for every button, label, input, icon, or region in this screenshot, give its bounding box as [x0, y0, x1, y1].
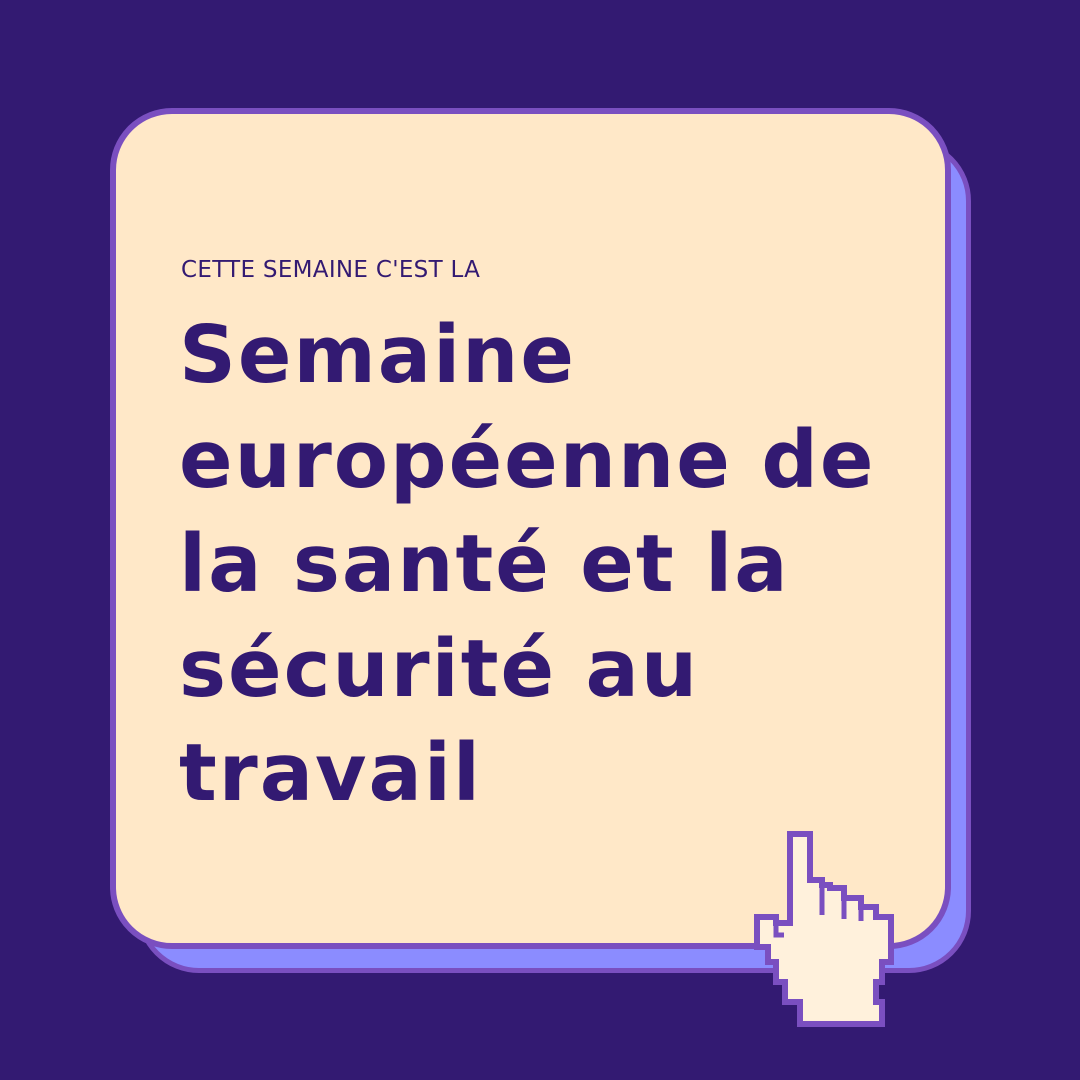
headline: Semaine européenne de la santé et la séc…	[179, 303, 899, 826]
pointing-hand-cursor-icon	[754, 831, 894, 1027]
headline-line: Semaine	[179, 309, 577, 401]
eyebrow-text: CETTE SEMAINE C'EST LA	[181, 257, 481, 283]
headline-line: européenne de	[179, 413, 876, 506]
headline-line: sécurité au	[179, 622, 700, 715]
headline-line: travail	[179, 727, 482, 819]
headline-line: la santé et la	[179, 518, 790, 610]
